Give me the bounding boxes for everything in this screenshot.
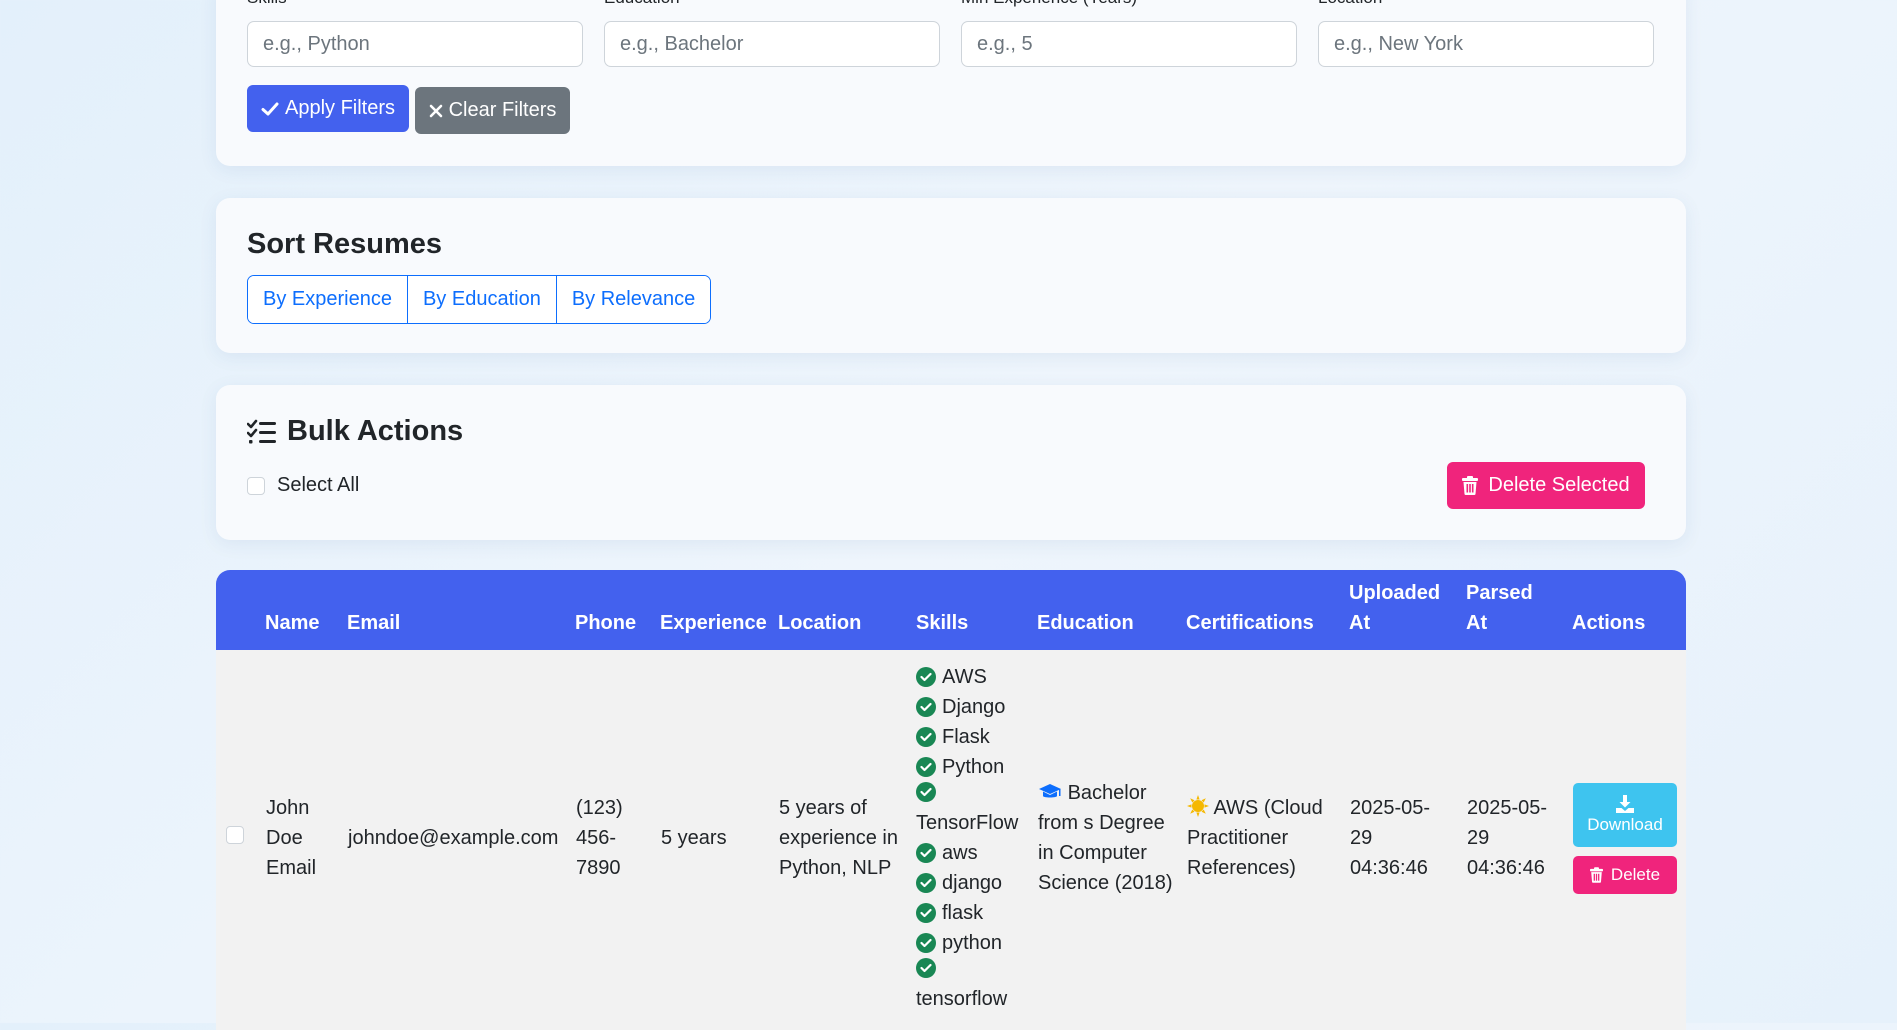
- check-circle-icon: [916, 933, 936, 953]
- header-education[interactable]: Education: [1037, 570, 1186, 650]
- x-icon: [429, 104, 442, 117]
- bulk-actions-title: Bulk Actions: [287, 415, 464, 447]
- list-check-icon: [247, 419, 276, 443]
- skills-filter-input[interactable]: [247, 21, 583, 67]
- row-parsed-at: 2025-05-29 04:36:46: [1467, 797, 1548, 879]
- skill-label: aws: [942, 842, 978, 864]
- skills-filter-label: Skills: [247, 0, 287, 8]
- header-location[interactable]: Location: [778, 570, 916, 650]
- header-certifications[interactable]: Certifications: [1186, 570, 1349, 650]
- check-circle-icon: [916, 782, 936, 802]
- row-location: 5 years of experience in Python, NLP: [779, 797, 898, 879]
- trash-icon: [1589, 866, 1603, 883]
- header-skills[interactable]: Skills: [916, 570, 1037, 650]
- delete-button[interactable]: Delete: [1573, 855, 1677, 894]
- header-actions: Actions: [1572, 612, 1646, 634]
- skill-item: Flask: [916, 722, 1037, 752]
- skill-item: aws: [916, 838, 1037, 868]
- clear-filters-button[interactable]: Clear Filters: [415, 87, 570, 134]
- row-experience: 5 years: [661, 827, 727, 849]
- row-certifications: AWS (Cloud Practitioner References): [1186, 650, 1349, 1026]
- skills-list: AWS Django Flask Python TensorFlow aws django f…: [916, 662, 1037, 1014]
- header-name[interactable]: Name: [265, 570, 347, 650]
- experience-filter-label: Min Experience (Years): [961, 0, 1137, 8]
- header-parsed-at[interactable]: Parsed At: [1466, 570, 1572, 650]
- delete-selected-button[interactable]: Delete Selected: [1447, 462, 1645, 509]
- select-all-checkbox[interactable]: [247, 476, 265, 495]
- select-all-label: Select All: [277, 474, 360, 496]
- skill-item: tensorflow: [916, 958, 1016, 1014]
- trash-icon: [1462, 476, 1479, 495]
- sort-by-education-button[interactable]: By Education: [406, 276, 556, 323]
- skill-item: TensorFlow: [916, 782, 1019, 838]
- delete-label: Delete: [1610, 864, 1661, 884]
- skill-label: Python: [942, 756, 1005, 778]
- bulk-actions-card: Bulk Actions Select All Delete Selected: [216, 385, 1686, 540]
- check-circle-icon: [916, 667, 936, 687]
- skill-label: python: [942, 932, 1003, 954]
- skill-label: TensorFlow: [916, 812, 1019, 834]
- download-icon: [1616, 794, 1634, 813]
- experience-filter-input[interactable]: [961, 21, 1297, 67]
- skill-label: django: [942, 872, 1003, 894]
- sort-title: Sort Resumes: [247, 228, 443, 260]
- location-filter-label: Location: [1318, 0, 1382, 8]
- education-filter-input[interactable]: [604, 21, 940, 67]
- check-circle-icon: [916, 903, 936, 923]
- download-label: Download: [1587, 814, 1663, 834]
- filters-card: Skills Education Min Experience (Years) …: [216, 0, 1686, 166]
- bulk-actions-heading: Bulk Actions: [247, 415, 463, 448]
- skill-item: Django: [916, 692, 1037, 722]
- check-circle-icon: [916, 843, 936, 863]
- apply-filters-button[interactable]: Apply Filters: [247, 85, 409, 132]
- skill-item: flask: [916, 898, 1037, 928]
- row-skills: AWS Django Flask Python TensorFlow aws django f…: [916, 650, 1037, 1026]
- row-email: johndoe@example.com: [348, 827, 559, 849]
- header-experience[interactable]: Experience: [660, 570, 778, 650]
- row-select-cell: [216, 650, 265, 1026]
- table-header-row: Name Email Phone Experience Location Ski…: [216, 570, 1686, 650]
- header-phone[interactable]: Phone: [575, 570, 660, 650]
- check-circle-icon: [916, 727, 936, 747]
- header-uploaded-at[interactable]: Uploaded At: [1349, 570, 1466, 650]
- skill-label: tensorflow: [916, 988, 1008, 1010]
- row-actions: Download Delete: [1572, 650, 1686, 1026]
- check-circle-icon: [916, 873, 936, 893]
- check-circle-icon: [916, 697, 936, 717]
- location-filter-input[interactable]: [1318, 21, 1654, 67]
- header-email[interactable]: Email: [347, 570, 575, 650]
- delete-selected-label: Delete Selected: [1488, 474, 1630, 496]
- skill-item: django: [916, 868, 1037, 898]
- skill-label: Flask: [942, 726, 990, 748]
- graduation-cap-icon: [1039, 784, 1061, 798]
- check-circle-icon: [916, 958, 936, 978]
- row-name: John Doe Email: [266, 797, 317, 879]
- row-select-checkbox[interactable]: [226, 826, 244, 844]
- row-phone: (123) 456-7890: [576, 797, 623, 879]
- skill-label: flask: [942, 902, 984, 924]
- select-all-row: Select All: [247, 474, 359, 497]
- sun-badge-icon: [1187, 795, 1209, 817]
- skill-item: python: [916, 928, 1037, 958]
- skill-label: AWS: [942, 666, 987, 688]
- download-button[interactable]: Download: [1573, 782, 1677, 847]
- header-select: [216, 570, 265, 650]
- sort-by-relevance-button[interactable]: By Relevance: [555, 276, 711, 323]
- apply-filters-label: Apply Filters: [284, 97, 396, 119]
- resume-table: Name Email Phone Experience Location Ski…: [216, 570, 1686, 1026]
- table-row: John Doe Email johndoe@example.com (123)…: [216, 650, 1686, 1026]
- row-education: Bachelor from s Degree in Computer Scien…: [1037, 650, 1186, 1026]
- skill-item: Python: [916, 752, 1037, 782]
- check-circle-icon: [916, 757, 936, 777]
- resume-table-container: Name Email Phone Experience Location Ski…: [216, 570, 1686, 1030]
- sort-button-group: By Experience By Education By Relevance: [247, 275, 712, 324]
- skill-label: Django: [942, 696, 1006, 718]
- skill-item: AWS: [916, 662, 1037, 692]
- clear-filters-label: Clear Filters: [448, 99, 557, 121]
- sort-card: Sort Resumes By Experience By Education …: [216, 198, 1686, 353]
- check-icon: [261, 102, 279, 115]
- sort-by-experience-button[interactable]: By Experience: [248, 276, 407, 323]
- education-filter-label: Education: [604, 0, 680, 8]
- row-uploaded-at: 2025-05-29 04:36:46: [1350, 797, 1431, 879]
